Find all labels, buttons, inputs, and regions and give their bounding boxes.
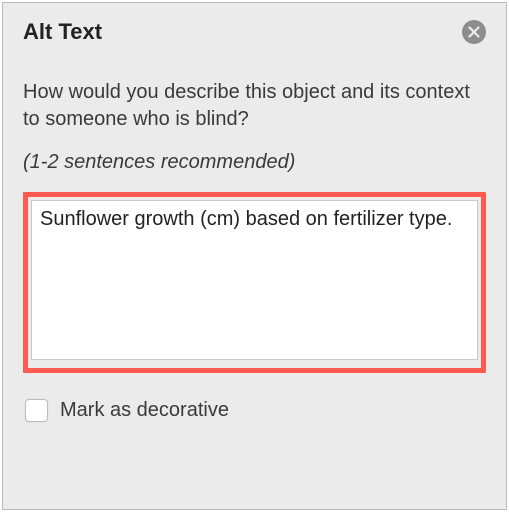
close-button[interactable] bbox=[462, 20, 486, 44]
alt-text-highlight bbox=[23, 192, 486, 373]
alt-text-panel: Alt Text How would you describe this obj… bbox=[2, 2, 507, 510]
panel-body: How would you describe this object and i… bbox=[3, 57, 506, 422]
close-icon bbox=[468, 26, 480, 38]
decorative-checkbox[interactable] bbox=[25, 399, 48, 422]
decorative-label: Mark as decorative bbox=[60, 399, 229, 422]
decorative-row: Mark as decorative bbox=[23, 399, 486, 422]
recommendation-text: (1-2 sentences recommended) bbox=[23, 151, 486, 174]
alt-text-input[interactable] bbox=[31, 200, 478, 360]
panel-title: Alt Text bbox=[23, 19, 102, 45]
panel-header: Alt Text bbox=[3, 3, 506, 57]
prompt-text: How would you describe this object and i… bbox=[23, 79, 486, 133]
